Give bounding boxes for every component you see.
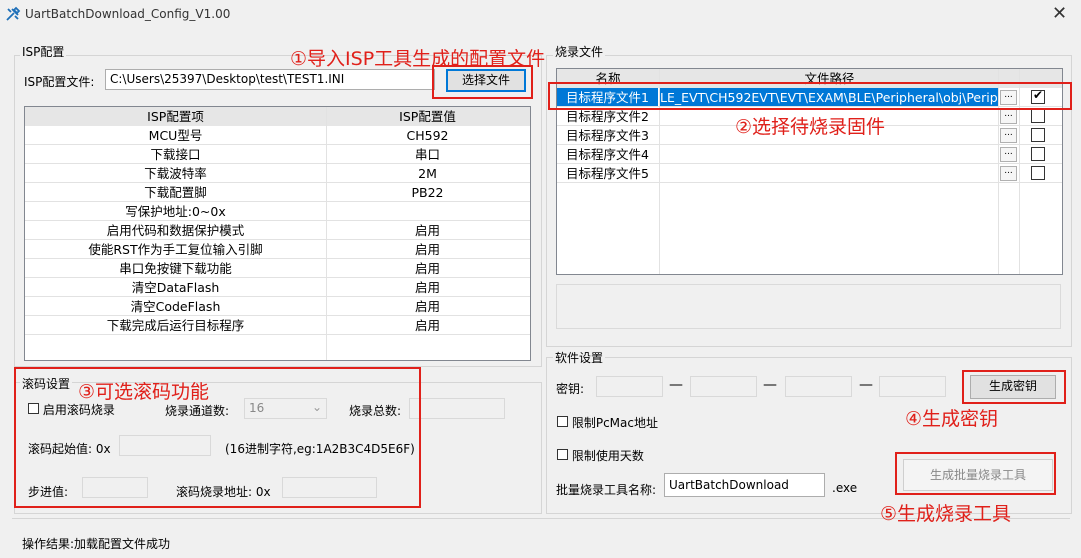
table-row[interactable]: 下载接口 串口: [25, 145, 530, 164]
browse-file-button[interactable]: ...: [1000, 166, 1017, 181]
annotation-text-5: ⑤生成烧录工具: [880, 503, 1012, 525]
burn-name-cell: 目标程序文件4: [566, 147, 649, 162]
total-field[interactable]: [409, 398, 505, 419]
key-field-1[interactable]: [596, 376, 663, 397]
isp-value-cell: 启用: [414, 223, 440, 238]
isp-value-cell: PB22: [411, 185, 444, 200]
annotation-text-3: ③可选滚码功能: [78, 381, 210, 403]
key-dash-2: —: [763, 377, 777, 393]
table-row[interactable]: MCU型号 CH592: [25, 126, 530, 145]
burn-group-title: 烧录文件: [553, 43, 606, 60]
isp-config-table: ISP配置项 ISP配置值 MCU型号 CH592 下载接口 串口下载波特率 2M 下载配…: [24, 106, 531, 361]
burn-name-cell: 目标程序文件5: [566, 166, 649, 181]
enable-file-checkbox[interactable]: [1031, 109, 1045, 123]
isp-value-cell: 启用: [414, 299, 440, 314]
isp-col-value-header[interactable]: ISP配置值: [327, 107, 528, 126]
app-tools-icon: [5, 6, 21, 25]
annotation-box-5: [895, 452, 1056, 495]
burn-path-cell[interactable]: [660, 145, 998, 164]
annotation-text-4: ④生成密钥: [905, 408, 999, 430]
tool-name-label: 批量烧录工具名称:: [556, 483, 657, 497]
table-row[interactable]: 串口免按键下载功能 启用: [25, 259, 530, 278]
table-row[interactable]: 下载配置脚 PB22: [25, 183, 530, 202]
isp-file-path-field[interactable]: C:\Users\25397\Desktop\test\TEST1.INI: [105, 69, 435, 90]
tool-name-field[interactable]: UartBatchDownload: [664, 473, 825, 497]
isp-item-cell: 清空CodeFlash: [130, 299, 221, 314]
isp-value-cell: 启用: [414, 318, 440, 333]
isp-value-cell: CH592: [406, 128, 449, 143]
burn-path-cell[interactable]: [660, 164, 998, 183]
key-dash-1: —: [669, 377, 683, 393]
enable-file-checkbox[interactable]: [1031, 166, 1045, 180]
isp-value-cell: 2M: [418, 166, 437, 181]
isp-value-cell: 启用: [414, 261, 440, 276]
limit-mac-checkbox[interactable]: [557, 416, 568, 427]
isp-value-cell: 串口: [414, 147, 440, 162]
key-label: 密钥:: [556, 382, 585, 396]
enable-file-checkbox[interactable]: [1031, 147, 1045, 161]
table-row[interactable]: 下载完成后运行目标程序 启用: [25, 316, 530, 335]
limit-days-wrap[interactable]: 限制使用天数: [557, 447, 644, 464]
isp-item-cell: 下载接口: [150, 147, 201, 162]
annotation-box-2: [548, 82, 1072, 110]
table-row[interactable]: 目标程序文件5...: [557, 164, 1062, 183]
isp-item-cell: 下载配置脚: [144, 185, 207, 200]
isp-item-cell: MCU型号: [148, 128, 203, 143]
limit-mac-wrap[interactable]: 限制PcMac地址: [557, 414, 658, 431]
browse-file-button[interactable]: ...: [1000, 128, 1017, 143]
table-row[interactable]: 清空DataFlash 启用: [25, 278, 530, 297]
isp-value-cell: [327, 202, 528, 221]
isp-item-cell: 下载波特率: [144, 166, 207, 181]
limit-days-checkbox[interactable]: [557, 449, 568, 460]
burn-empty-panel: [556, 284, 1061, 329]
isp-file-label: ISP配置文件:: [24, 75, 95, 89]
isp-item-cell: 下载完成后运行目标程序: [106, 318, 245, 333]
isp-item-cell: 清空DataFlash: [131, 280, 220, 295]
isp-value-cell: 启用: [414, 280, 440, 295]
limit-mac-label: 限制PcMac地址: [571, 416, 658, 430]
table-row[interactable]: 下载波特率 2M: [25, 164, 530, 183]
isp-table-header: ISP配置项 ISP配置值: [25, 107, 530, 126]
table-row[interactable]: 写保护地址:0~0x: [25, 202, 530, 221]
annotation-text-2: ②选择待烧录固件: [735, 116, 886, 138]
annotation-box-3: [14, 367, 421, 508]
key-dash-3: —: [859, 377, 873, 393]
browse-file-button[interactable]: ...: [1000, 147, 1017, 162]
key-field-3[interactable]: [785, 376, 852, 397]
key-field-2[interactable]: [690, 376, 757, 397]
isp-item-cell: 启用代码和数据保护模式: [106, 223, 245, 238]
limit-days-label: 限制使用天数: [571, 449, 644, 463]
table-row[interactable]: 目标程序文件4...: [557, 145, 1062, 164]
window-title: UartBatchDownload_Config_V1.00: [25, 7, 231, 21]
table-row[interactable]: 使能RST作为手工复位输入引脚 启用: [25, 240, 530, 259]
burn-name-cell: 目标程序文件3: [566, 128, 649, 143]
key-field-4[interactable]: [879, 376, 946, 397]
annotation-box-4: [962, 370, 1066, 404]
status-text: 操作结果:加载配置文件成功: [22, 537, 171, 551]
table-row[interactable]: 启用代码和数据保护模式 启用: [25, 221, 530, 240]
isp-item-cell: 使能RST作为手工复位输入引脚: [88, 242, 263, 257]
isp-col-item-header[interactable]: ISP配置项: [25, 107, 326, 126]
isp-value-cell: 启用: [414, 242, 440, 257]
annotation-text-1: ①导入ISP工具生成的配置文件: [290, 48, 546, 70]
exe-suffix: .exe: [832, 481, 858, 495]
isp-item-cell: 写保护地址:0~0x: [125, 204, 226, 219]
isp-item-cell: 串口免按键下载功能: [119, 261, 232, 276]
enable-file-checkbox[interactable]: [1031, 128, 1045, 142]
table-row[interactable]: 清空CodeFlash 启用: [25, 297, 530, 316]
isp-group-title: ISP配置: [20, 43, 67, 60]
software-group-title: 软件设置: [553, 349, 606, 366]
browse-file-button[interactable]: ...: [1000, 109, 1017, 124]
row-divider: [557, 182, 1062, 183]
row-divider: [25, 334, 530, 335]
close-icon[interactable]: ✕: [1052, 3, 1067, 24]
